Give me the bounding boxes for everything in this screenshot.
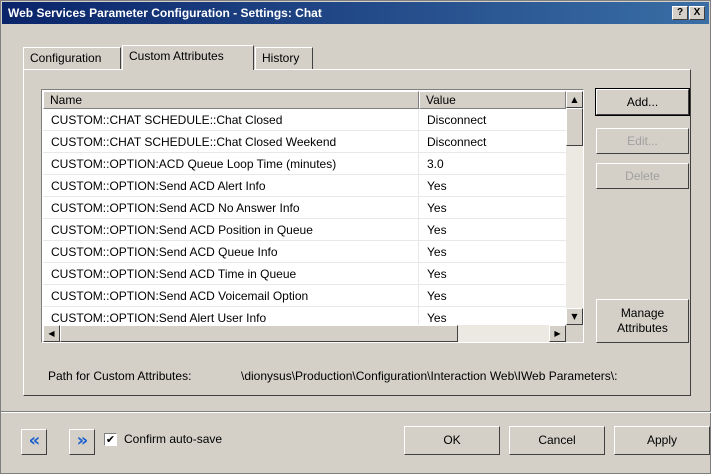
attribute-value-cell: Yes <box>427 289 447 303</box>
confirm-autosave-checkbox[interactable]: ✔ <box>104 433 117 446</box>
attribute-name-cell: CUSTOM::OPTION:Send ACD Alert Info <box>43 175 419 197</box>
scroll-right-icon[interactable]: ▶ <box>549 325 566 342</box>
attributes-rows: CUSTOM::CHAT SCHEDULE::Chat ClosedDiscon… <box>43 109 566 325</box>
attribute-name-cell: CUSTOM::OPTION:Send ACD No Answer Info <box>43 197 419 219</box>
attribute-value-cell: Yes <box>427 223 447 237</box>
window-title: Web Services Parameter Configuration - S… <box>8 6 322 20</box>
add-button[interactable]: Add... <box>595 88 690 116</box>
table-row[interactable]: CUSTOM::CHAT SCHEDULE::Chat Closed Weeke… <box>43 131 566 153</box>
table-row[interactable]: CUSTOM::OPTION:ACD Queue Loop Time (minu… <box>43 153 566 175</box>
help-button[interactable]: ? <box>672 6 688 20</box>
horizontal-scrollbar[interactable]: ◀ ▶ <box>43 325 566 342</box>
tab-history[interactable]: History <box>255 47 313 69</box>
previous-arrow-icon[interactable]: « <box>21 429 47 455</box>
manage-attributes-button[interactable]: Manage Attributes <box>596 299 689 343</box>
attribute-name-cell: CUSTOM::OPTION:Send ACD Time in Queue <box>43 263 419 285</box>
manage-label-line1: Manage <box>620 306 665 320</box>
path-label: Path for Custom Attributes: <box>48 369 192 383</box>
settings-dialog: Web Services Parameter Configuration - S… <box>0 0 711 474</box>
column-header-name[interactable]: Name <box>43 91 419 109</box>
table-row[interactable]: CUSTOM::OPTION:Send Alert User Info Yes <box>43 307 566 325</box>
attributes-list-viewport: Name Value CUSTOM::CHAT SCHEDULE::Chat C… <box>43 91 566 325</box>
apply-button[interactable]: Apply <box>614 426 710 455</box>
table-row[interactable]: CUSTOM::OPTION:Send ACD Queue Info Yes <box>43 241 566 263</box>
horizontal-scroll-thumb[interactable] <box>60 325 458 342</box>
attribute-name-cell: CUSTOM::OPTION:Send ACD Queue Info <box>43 241 419 263</box>
title-bar: Web Services Parameter Configuration - S… <box>2 2 709 24</box>
tab-configuration[interactable]: Configuration <box>23 47 121 69</box>
vertical-scrollbar[interactable]: ▲ ▼ <box>566 91 583 325</box>
attribute-name-cell: CUSTOM::CHAT SCHEDULE::Chat Closed <box>43 109 419 131</box>
table-row[interactable]: CUSTOM::OPTION:Send ACD Time in Queue Yes <box>43 263 566 285</box>
close-button[interactable]: X <box>689 6 705 20</box>
attribute-value-cell: Yes <box>427 311 447 325</box>
vertical-scroll-thumb[interactable] <box>566 108 583 146</box>
attribute-value-cell: Yes <box>427 179 447 193</box>
table-row[interactable]: CUSTOM::OPTION:Send ACD No Answer Info Ye… <box>43 197 566 219</box>
path-value: \dionysus\Production\Configuration\Inter… <box>241 369 618 383</box>
confirm-autosave-label[interactable]: Confirm auto-save <box>124 432 222 446</box>
delete-button[interactable]: Delete <box>596 163 689 189</box>
attribute-value-cell: 3.0 <box>427 157 444 171</box>
attribute-value-cell: Yes <box>427 201 447 215</box>
attribute-name-cell: CUSTOM::CHAT SCHEDULE::Chat Closed Weeke… <box>43 131 419 153</box>
manage-label-line2: Attributes <box>617 321 668 335</box>
attribute-value-cell: Yes <box>427 245 447 259</box>
scroll-down-icon[interactable]: ▼ <box>566 308 583 325</box>
scrollbar-corner <box>566 325 583 342</box>
table-row[interactable]: CUSTOM::CHAT SCHEDULE::Chat Closed Discon… <box>43 109 566 131</box>
attribute-name-cell: CUSTOM::OPTION:ACD Queue Loop Time (minu… <box>43 153 419 175</box>
scroll-up-icon[interactable]: ▲ <box>566 91 583 108</box>
table-row[interactable]: CUSTOM::OPTION:Send ACD Alert Info Yes <box>43 175 566 197</box>
cancel-button[interactable]: Cancel <box>509 426 605 455</box>
attributes-list: Name Value CUSTOM::CHAT SCHEDULE::Chat C… <box>41 89 584 343</box>
table-row[interactable]: CUSTOM::OPTION:Send ACD Voicemail Option… <box>43 285 566 307</box>
attribute-name-cell: CUSTOM::OPTION:Send ACD Voicemail Option <box>43 285 419 307</box>
edit-button[interactable]: Edit... <box>596 128 689 154</box>
attribute-value-cell: Disconnect <box>427 135 487 149</box>
tab-custom-attributes[interactable]: Custom Attributes <box>122 45 254 70</box>
scroll-left-icon[interactable]: ◀ <box>43 325 60 342</box>
footer-separator <box>1 411 711 413</box>
attribute-name-cell: CUSTOM::OPTION:Send Alert User Info <box>43 307 419 325</box>
attribute-name-cell: CUSTOM::OPTION:Send ACD Position in Queu… <box>43 219 419 241</box>
table-row[interactable]: CUSTOM::OPTION:Send ACD Position in Queu… <box>43 219 566 241</box>
next-arrow-icon[interactable]: » <box>69 429 95 455</box>
ok-button[interactable]: OK <box>404 426 500 455</box>
attribute-value-cell: Yes <box>427 267 447 281</box>
column-header-value[interactable]: Value <box>419 91 566 109</box>
attribute-value-cell: Disconnect <box>427 113 487 127</box>
